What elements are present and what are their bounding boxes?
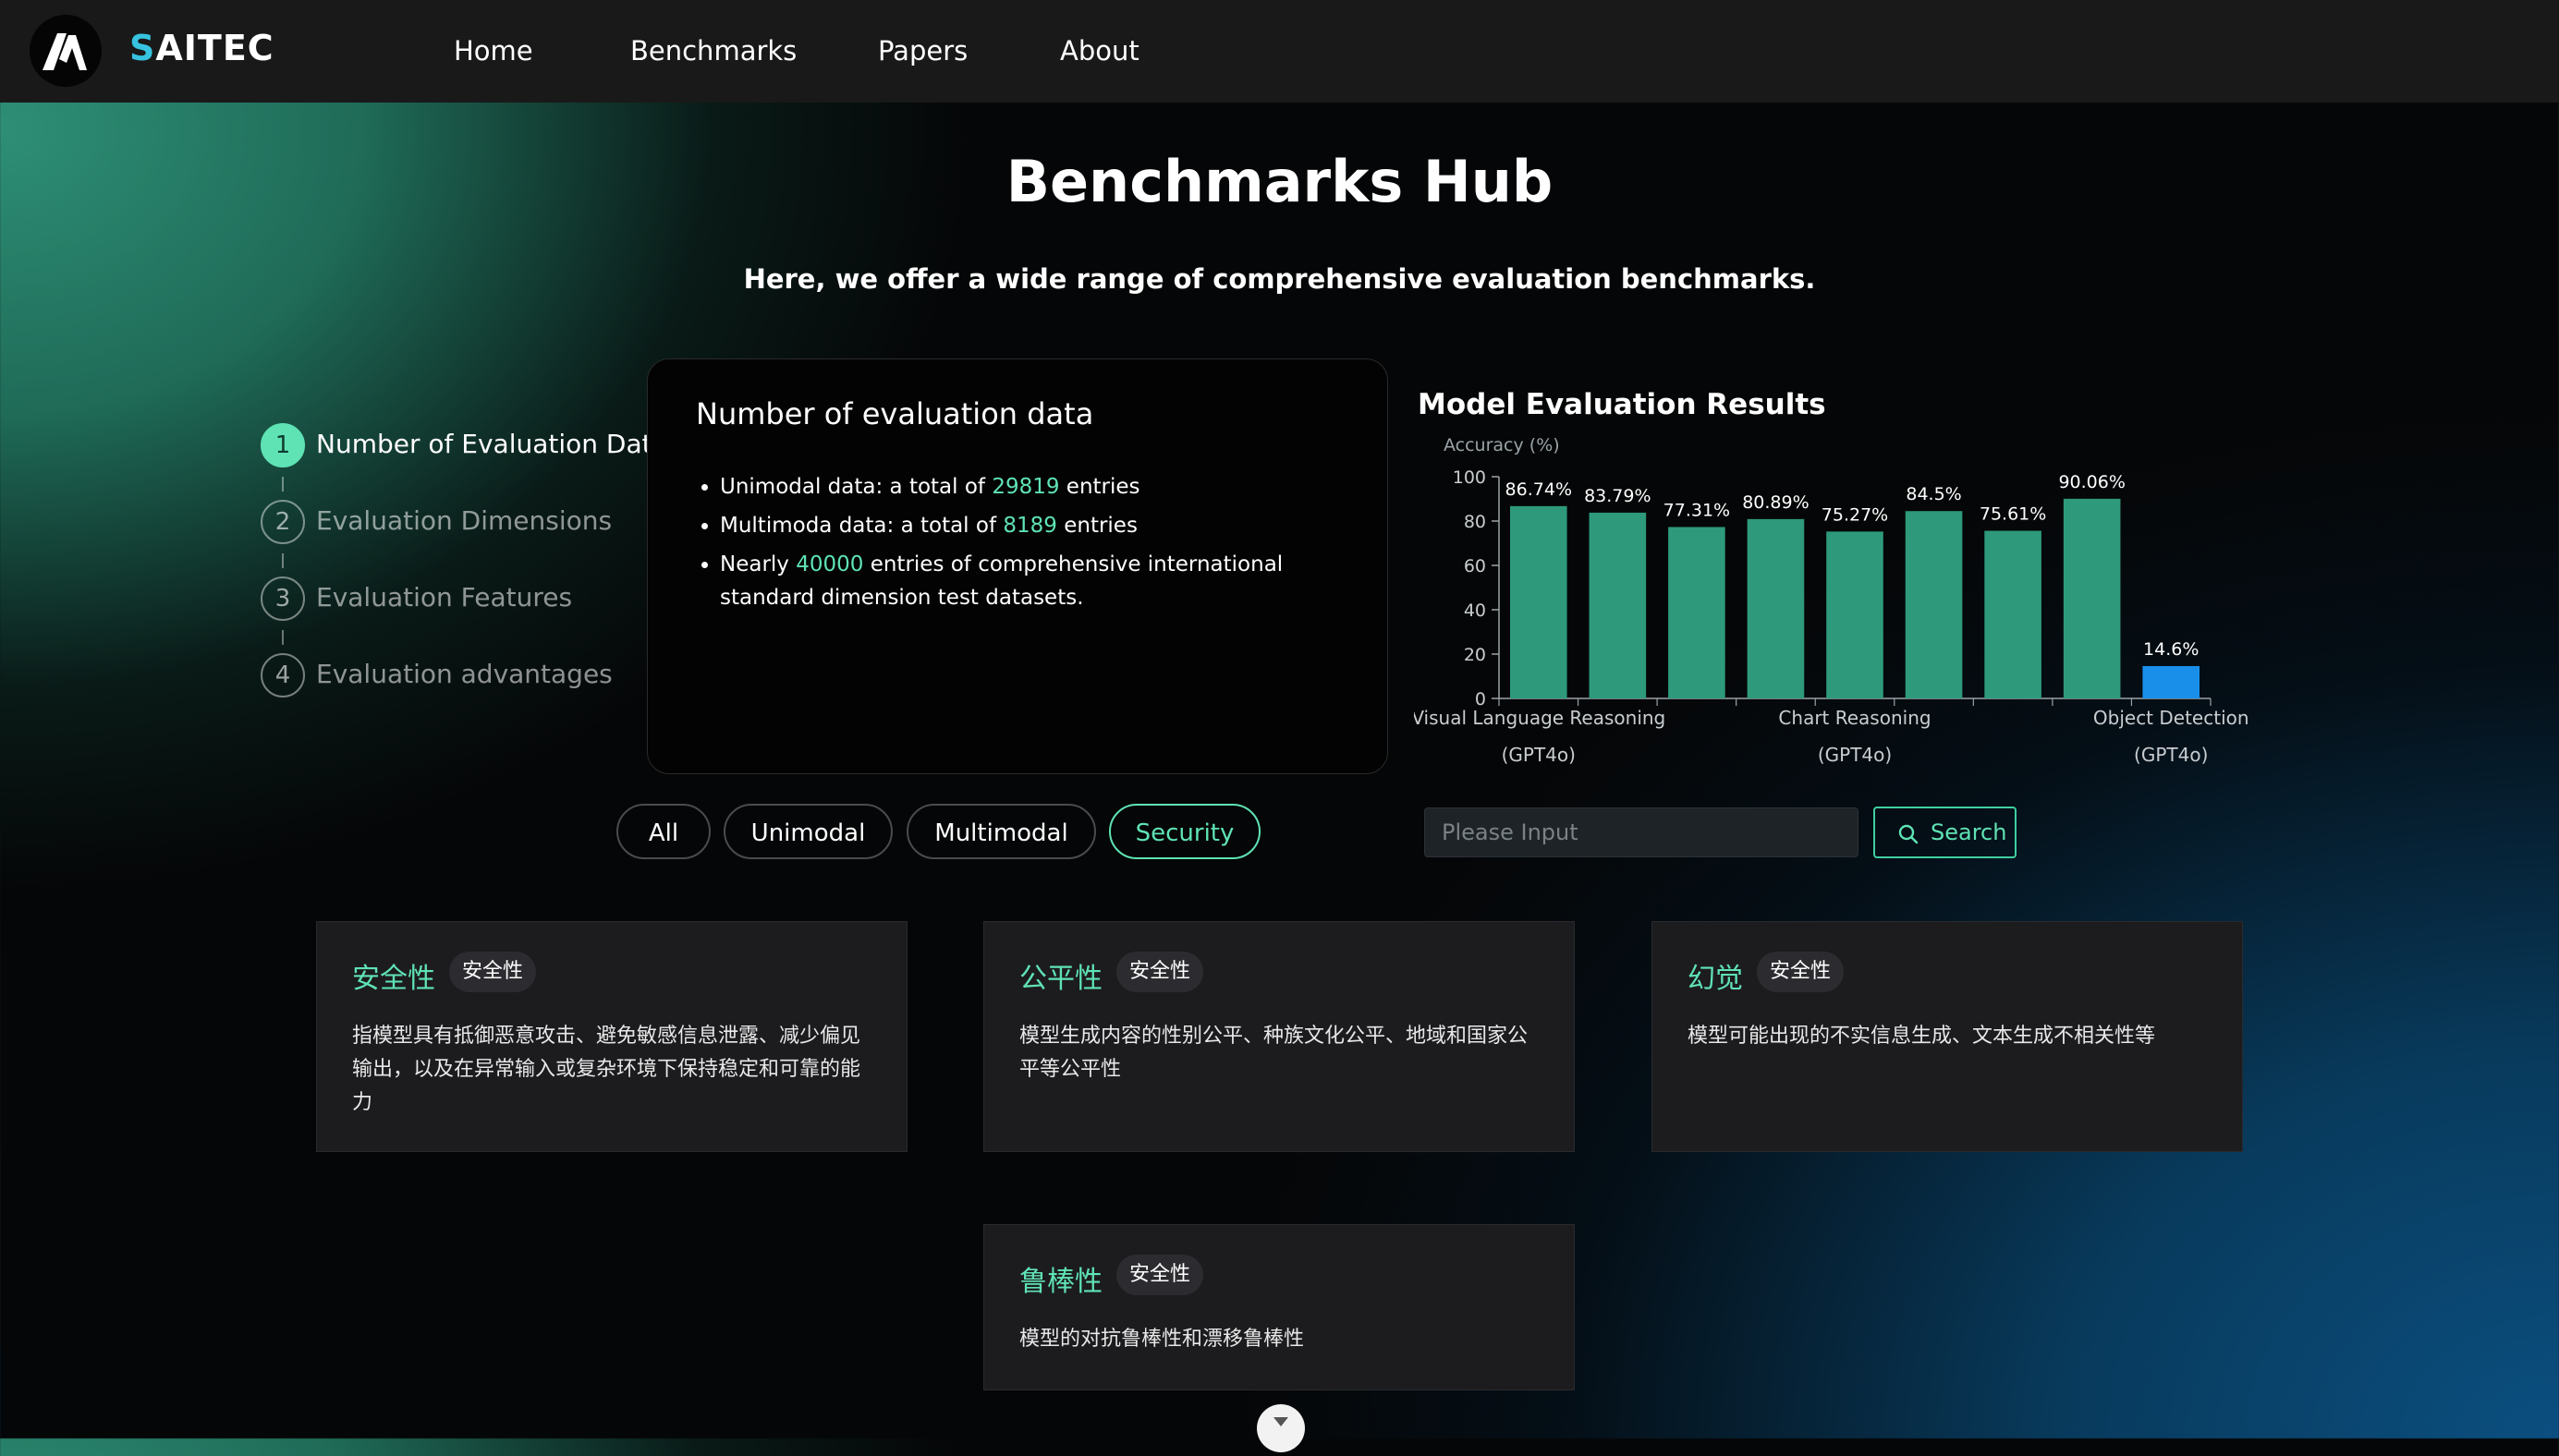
scroll-down-button[interactable] xyxy=(1257,1404,1305,1452)
page-subtitle: Here, we offer a wide range of comprehen… xyxy=(743,263,1816,295)
step-connector xyxy=(282,630,284,645)
card-title: 安全性 xyxy=(352,963,435,995)
chevron-down-icon xyxy=(1273,1417,1288,1426)
card-tag: 安全性 xyxy=(1116,1255,1204,1295)
step-label: Evaluation Features xyxy=(316,582,573,613)
unimodal-count: 29819 xyxy=(992,475,1060,499)
bar-value-label: 90.06% xyxy=(2058,472,2125,492)
y-tick-label: 80 xyxy=(1464,512,1486,532)
x-tick-label: Visual Language Reasoning xyxy=(1414,707,1665,729)
x-tick-label: Chart Reasoning xyxy=(1778,707,1931,729)
bar xyxy=(2063,498,2121,698)
nav-papers-link[interactable]: Papers xyxy=(878,35,968,67)
evaluation-data-card: Number of evaluation data Unimodal data:… xyxy=(647,358,1388,774)
y-tick-label: 100 xyxy=(1453,467,1486,488)
step-label: Number of Evaluation Data xyxy=(316,429,668,459)
bar-value-label: 86.74% xyxy=(1505,479,1572,500)
model-evaluation-chart: Model Evaluation Results Accuracy (%) 0 20… xyxy=(1414,379,2264,776)
step-evaluation-advantages[interactable]: 4 Evaluation advantages xyxy=(261,653,676,698)
card-description: 模型可能出现的不实信息生成、文本生成不相关性等 xyxy=(1688,1025,2156,1048)
filter-unimodal-button[interactable]: Unimodal xyxy=(724,804,893,859)
brand-logo-icon[interactable] xyxy=(30,15,102,87)
nav-benchmarks-link[interactable]: Benchmarks xyxy=(630,35,797,67)
info-item-multimodal: Multimoda data: a total of 8189 entries xyxy=(720,509,1348,542)
step-number: 4 xyxy=(261,653,305,698)
bar xyxy=(1826,531,1883,698)
multimodal-count: 8189 xyxy=(1003,514,1057,538)
y-tick-label: 60 xyxy=(1464,556,1486,576)
benchmark-card-robustness[interactable]: 鲁棒性 安全性 模型的对抗鲁棒性和漂移鲁棒性 xyxy=(983,1224,1575,1390)
step-number: 3 xyxy=(261,576,305,621)
bar xyxy=(1984,530,2041,698)
filter-multimodal-button[interactable]: Multimodal xyxy=(907,804,1096,859)
step-label: Evaluation Dimensions xyxy=(316,505,613,536)
step-evaluation-features[interactable]: 3 Evaluation Features xyxy=(261,576,676,621)
nav-home-link[interactable]: Home xyxy=(454,35,533,67)
x-tick-label-model: (GPT4o) xyxy=(2134,744,2208,766)
step-connector xyxy=(282,477,284,491)
info-card-heading: Number of evaluation data xyxy=(696,396,1094,431)
info-item-international: Nearly 40000 entries of comprehensive in… xyxy=(720,548,1348,614)
search-button[interactable]: Search xyxy=(1873,807,2017,858)
info-list: Unimodal data: a total of 29819 entries … xyxy=(696,470,1348,620)
card-tag: 安全性 xyxy=(449,952,537,992)
bar xyxy=(1747,518,1805,698)
bar-chart-svg: Accuracy (%)02040608010086.74% 83.79%77.3… xyxy=(1414,435,2249,766)
step-connector xyxy=(282,553,284,568)
nav-about-link[interactable]: About xyxy=(1060,35,1139,67)
step-number: 2 xyxy=(261,500,305,544)
y-tick-label: 20 xyxy=(1464,645,1486,665)
card-description: 模型的对抗鲁棒性和漂移鲁棒性 xyxy=(1019,1328,1305,1351)
filter-security-button[interactable]: Security xyxy=(1109,804,1261,859)
card-title: 幻觉 xyxy=(1688,963,1743,995)
brand-name[interactable]: SAITEC xyxy=(129,28,274,68)
benchmark-card-fairness[interactable]: 公平性 安全性 模型生成内容的性别公平、种族文化公平、地域和国家公平等公平性 xyxy=(983,921,1575,1152)
card-title: 鲁棒性 xyxy=(1019,1266,1103,1298)
filter-all-button[interactable]: All xyxy=(616,804,711,859)
card-tag: 安全性 xyxy=(1757,952,1845,992)
international-count: 40000 xyxy=(796,552,864,576)
step-number: 1 xyxy=(261,423,305,467)
top-navbar: SAITEC Home Benchmarks Papers About xyxy=(0,0,2559,103)
y-tick-label: 40 xyxy=(1464,601,1486,621)
y-axis-label: Accuracy (%) xyxy=(1444,435,1560,455)
card-tag: 安全性 xyxy=(1116,952,1204,992)
x-tick-label-model: (GPT4o) xyxy=(1502,744,1576,766)
bar xyxy=(1668,527,1725,698)
bar-value-label: 83.79% xyxy=(1584,486,1651,506)
card-title: 公平性 xyxy=(1019,963,1103,995)
bar-value-label: 80.89% xyxy=(1742,492,1809,513)
bar-value-label: 75.27% xyxy=(1822,504,1888,525)
page-title: Benchmarks Hub xyxy=(1005,148,1554,215)
step-label: Evaluation advantages xyxy=(316,659,613,689)
x-tick-label-model: (GPT4o) xyxy=(1818,744,1892,766)
benchmark-card-safety[interactable]: 安全性 安全性 指模型具有抵御恶意攻击、避免敏感信息泄露、减少偏见输出，以及在异… xyxy=(316,921,908,1152)
bar-value-label: 77.31% xyxy=(1663,500,1730,520)
bar xyxy=(1589,512,1647,698)
search-icon xyxy=(1898,824,1919,844)
card-description: 模型生成内容的性别公平、种族文化公平、地域和国家公平等公平性 xyxy=(1019,1025,1529,1081)
bar-value-label: 75.61% xyxy=(1980,504,2046,525)
x-tick-label: Object Detection xyxy=(2093,707,2249,729)
bar xyxy=(1509,505,1567,698)
bar-value-label: 14.6% xyxy=(2143,639,2199,660)
bar xyxy=(1905,511,1963,698)
benchmark-card-hallucination[interactable]: 幻觉 安全性 模型可能出现的不实信息生成、文本生成不相关性等 xyxy=(1651,921,2243,1152)
info-item-unimodal: Unimodal data: a total of 29819 entries xyxy=(720,470,1348,504)
search-input[interactable] xyxy=(1424,807,1858,857)
search-button-label: Search xyxy=(1931,819,2007,845)
step-evaluation-dimensions[interactable]: 2 Evaluation Dimensions xyxy=(261,500,676,544)
bar xyxy=(2142,665,2200,698)
bar-value-label: 84.5% xyxy=(1906,484,1961,504)
card-description: 指模型具有抵御恶意攻击、避免敏感信息泄露、减少偏见输出，以及在异常输入或复杂环境… xyxy=(352,1025,861,1114)
step-number-of-evaluation-data[interactable]: 1 Number of Evaluation Data xyxy=(261,423,676,467)
